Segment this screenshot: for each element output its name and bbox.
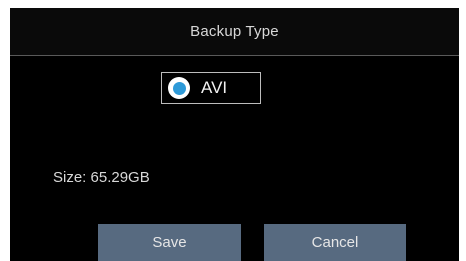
radio-dot — [172, 81, 186, 95]
avi-radio-option[interactable]: AVI — [161, 72, 261, 104]
avi-option-label: AVI — [201, 78, 228, 97]
save-button[interactable]: Save — [98, 224, 241, 261]
backup-size-text: Size: 65.29GB — [53, 169, 150, 186]
dialog-title-bar: Backup Type — [10, 8, 459, 56]
radio-selected-icon[interactable] — [168, 77, 190, 99]
backup-type-dialog: Backup Type AVI Size: 65.29GB Save Cance… — [10, 8, 459, 261]
dialog-title: Backup Type — [190, 23, 279, 40]
cancel-button[interactable]: Cancel — [264, 224, 406, 261]
